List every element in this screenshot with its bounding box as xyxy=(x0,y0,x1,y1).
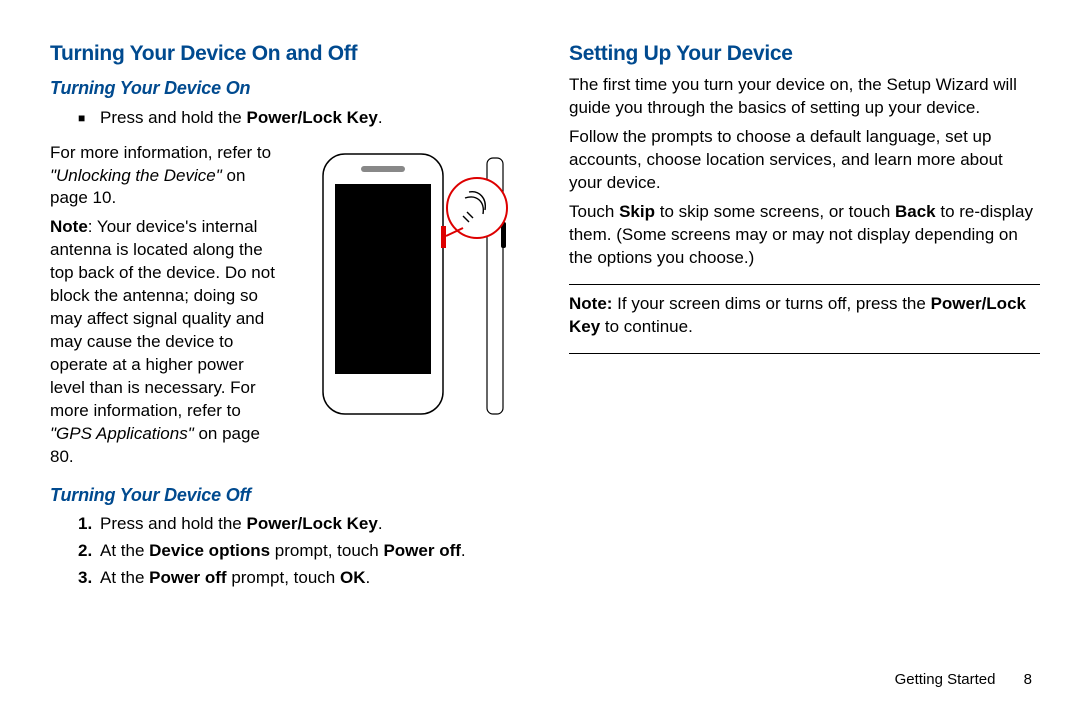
device-on-body: For more information, refer to "Unlockin… xyxy=(50,136,521,475)
heading-turning-on-off: Turning Your Device On and Off xyxy=(50,40,521,68)
step-text: At the Device options prompt, touch Powe… xyxy=(100,540,521,563)
heading-setting-up: Setting Up Your Device xyxy=(569,40,1040,68)
phone-power-illustration xyxy=(291,136,521,436)
setup-p2: Follow the prompts to choose a default l… xyxy=(569,126,1040,195)
list-item: 3.At the Power off prompt, touch OK. xyxy=(78,567,521,590)
step-number: 3. xyxy=(78,567,100,590)
page-footer: Getting Started 8 xyxy=(895,670,1032,690)
bullet-power-on: ■ Press and hold the Power/Lock Key. xyxy=(78,107,521,130)
left-column: Turning Your Device On and Off Turning Y… xyxy=(50,40,521,660)
step-text: Press and hold the Power/Lock Key. xyxy=(100,513,521,536)
divider-bottom xyxy=(569,353,1040,354)
right-column: Setting Up Your Device The first time yo… xyxy=(569,40,1040,660)
bullet-text: Press and hold the Power/Lock Key. xyxy=(100,107,521,130)
divider-top xyxy=(569,284,1040,285)
footer-section: Getting Started xyxy=(895,671,996,688)
bullet-icon: ■ xyxy=(78,107,100,130)
step-number: 2. xyxy=(78,540,100,563)
subheading-turning-off: Turning Your Device Off xyxy=(50,483,521,507)
list-item: 2.At the Device options prompt, touch Po… xyxy=(78,540,521,563)
dim-note: Note: If your screen dims or turns off, … xyxy=(569,293,1040,339)
step-text: At the Power off prompt, touch OK. xyxy=(100,567,521,590)
list-item: 1.Press and hold the Power/Lock Key. xyxy=(78,513,521,536)
subheading-turning-on: Turning Your Device On xyxy=(50,76,521,100)
setup-p3: Touch Skip to skip some screens, or touc… xyxy=(569,201,1040,270)
turn-off-steps: 1.Press and hold the Power/Lock Key.2.At… xyxy=(50,513,521,590)
step-number: 1. xyxy=(78,513,100,536)
setup-p1: The first time you turn your device on, … xyxy=(569,74,1040,120)
footer-page: 8 xyxy=(1024,671,1032,688)
